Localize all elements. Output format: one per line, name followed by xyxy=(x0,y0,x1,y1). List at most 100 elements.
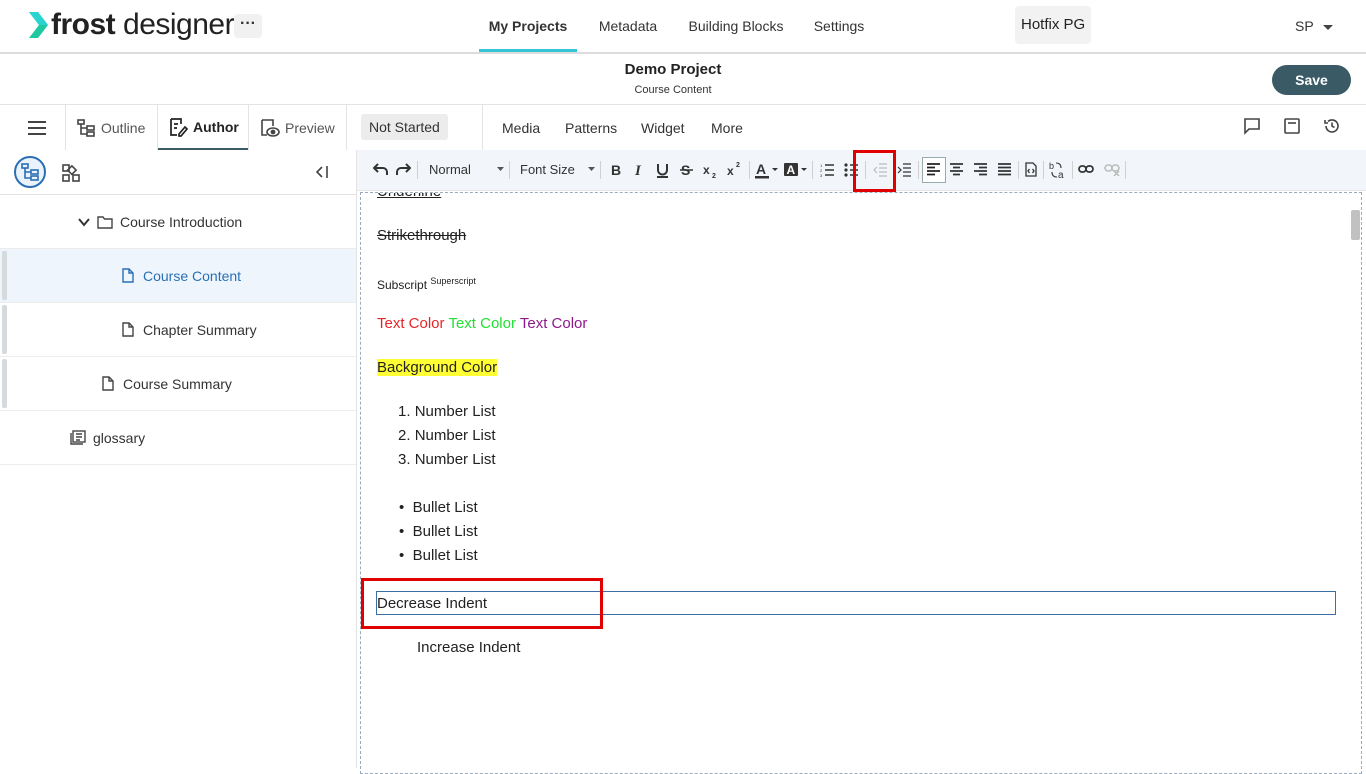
status-badge[interactable]: Not Started xyxy=(361,114,448,140)
undo-icon[interactable] xyxy=(373,163,388,176)
strikethrough-icon[interactable]: S xyxy=(680,163,693,177)
frost-designer-logo[interactable]: frost designer xyxy=(27,8,235,42)
divider xyxy=(1072,161,1073,179)
caret-down-icon xyxy=(497,167,504,171)
outline-view-toggle[interactable] xyxy=(14,156,46,188)
tree-item-course-content[interactable]: Course Content xyxy=(0,249,356,303)
italic-icon[interactable]: I xyxy=(633,163,645,177)
bold-icon[interactable]: B xyxy=(610,163,622,177)
editor-scrollbar[interactable] xyxy=(1351,210,1360,240)
font-size-select[interactable]: Font Size xyxy=(520,162,595,177)
superscript-text: Superscript xyxy=(430,276,476,286)
tree-item-label: glossary xyxy=(93,429,146,446)
list-item-text: Bullet List xyxy=(412,499,478,516)
glossary-icon xyxy=(70,430,86,445)
annotation-highlight-decrease-indent-button xyxy=(853,150,896,192)
align-justify-icon[interactable] xyxy=(998,163,1011,176)
numbered-list-item: 1. Number List xyxy=(398,403,496,420)
top-navigation: frost designer ··· My Projects Metadata … xyxy=(0,0,1366,54)
tree-item-label: Chapter Summary xyxy=(143,321,257,338)
tab-outline[interactable]: Outline xyxy=(76,105,145,150)
hamburger-icon xyxy=(28,120,46,135)
svg-text:I: I xyxy=(634,163,642,177)
comment-icon[interactable] xyxy=(1243,117,1261,135)
numbered-list-item: 2. Number List xyxy=(398,427,496,444)
nav-tab-settings[interactable]: Settings xyxy=(809,0,869,52)
tab-author[interactable]: Author xyxy=(158,105,248,150)
divider xyxy=(812,161,813,179)
unlink-icon[interactable] xyxy=(1104,163,1120,176)
green-text: Text Color xyxy=(448,315,516,332)
numbered-list-item: 3. Number List xyxy=(398,451,496,468)
subscript-text: Subscript xyxy=(377,278,428,292)
svg-text:A: A xyxy=(756,161,766,177)
grid-view-icon[interactable] xyxy=(61,163,81,183)
tree-item-label: Course Introduction xyxy=(120,213,243,230)
increase-indent-icon[interactable] xyxy=(897,163,911,177)
panel-icon[interactable] xyxy=(1283,117,1301,135)
menu-media[interactable]: Media xyxy=(502,105,540,150)
increase-indent-text: Increase Indent xyxy=(417,639,521,656)
logo-bold-text: frost xyxy=(51,8,116,41)
numbered-list-icon[interactable]: 123 xyxy=(820,163,834,177)
redo-icon[interactable] xyxy=(396,163,411,176)
author-edit-icon xyxy=(170,117,188,137)
menu-patterns[interactable]: Patterns xyxy=(565,105,617,150)
rich-text-editor[interactable]: Underline Strikethrough Subscript Supers… xyxy=(360,192,1362,774)
chevron-down-icon[interactable] xyxy=(78,217,90,227)
align-left-button[interactable] xyxy=(922,157,946,183)
source-code-icon[interactable] xyxy=(1025,162,1037,177)
menu-widget[interactable]: Widget xyxy=(641,105,685,150)
tree-item-indicator xyxy=(2,251,7,300)
tree-item-glossary[interactable]: glossary xyxy=(0,411,356,465)
tab-outline-label: Outline xyxy=(101,119,146,136)
workspace-button[interactable]: Hotfix PG xyxy=(1015,6,1092,44)
user-initials: SP xyxy=(1295,18,1314,34)
background-color-text: Background Color xyxy=(377,359,498,376)
page-icon xyxy=(102,376,114,391)
align-center-icon[interactable] xyxy=(950,163,963,176)
divider xyxy=(749,161,750,179)
user-menu[interactable]: SP xyxy=(1295,18,1334,34)
save-button[interactable]: Save xyxy=(1272,65,1351,95)
page-icon xyxy=(122,322,134,337)
nav-tab-building-blocks[interactable]: Building Blocks xyxy=(684,0,788,52)
divider xyxy=(65,105,66,150)
tree-item-course-introduction[interactable]: Course Introduction xyxy=(0,195,356,249)
outline-sidebar: Course Introduction Course Content Chapt… xyxy=(0,150,357,768)
superscript-icon[interactable]: x2 xyxy=(727,161,743,176)
underline-icon[interactable] xyxy=(656,163,669,178)
collapse-sidebar-icon[interactable] xyxy=(314,165,330,179)
link-icon[interactable] xyxy=(1078,164,1094,174)
svg-text:b: b xyxy=(1049,161,1054,171)
text-color-icon[interactable]: A xyxy=(755,161,779,179)
find-replace-icon[interactable]: ba xyxy=(1049,161,1067,179)
menu-more[interactable]: More xyxy=(711,105,743,150)
align-right-icon[interactable] xyxy=(974,163,987,176)
caret-down-icon xyxy=(1323,25,1334,30)
text-color-line: Text Color Text Color Text Color xyxy=(377,315,587,332)
divider xyxy=(600,161,601,179)
svg-text:a: a xyxy=(1058,170,1064,179)
nav-tab-my-projects[interactable]: My Projects xyxy=(479,0,577,52)
hamburger-menu-button[interactable] xyxy=(28,105,51,150)
history-icon[interactable] xyxy=(1323,117,1341,135)
tree-item-course-summary[interactable]: Course Summary xyxy=(0,357,356,411)
folder-icon xyxy=(97,215,113,229)
tab-preview-label: Preview xyxy=(285,119,335,136)
list-item-text: Bullet List xyxy=(412,523,478,540)
divider xyxy=(417,161,418,179)
divider xyxy=(1018,161,1019,179)
tab-preview[interactable]: Preview xyxy=(259,105,335,150)
svg-text:2: 2 xyxy=(712,173,716,178)
annotation-highlight-decrease-indent-text xyxy=(361,578,603,629)
preview-eye-icon xyxy=(261,118,280,137)
purple-text: Text Color xyxy=(519,315,588,332)
project-subtitle: Course Content xyxy=(634,84,712,96)
subscript-icon[interactable]: x2 xyxy=(703,163,719,178)
tree-item-chapter-summary[interactable]: Chapter Summary xyxy=(0,303,356,357)
app-more-button[interactable]: ··· xyxy=(234,14,262,38)
background-color-icon[interactable]: A xyxy=(784,161,808,179)
paragraph-style-select[interactable]: Normal xyxy=(429,162,504,177)
nav-tab-metadata[interactable]: Metadata xyxy=(592,0,664,52)
